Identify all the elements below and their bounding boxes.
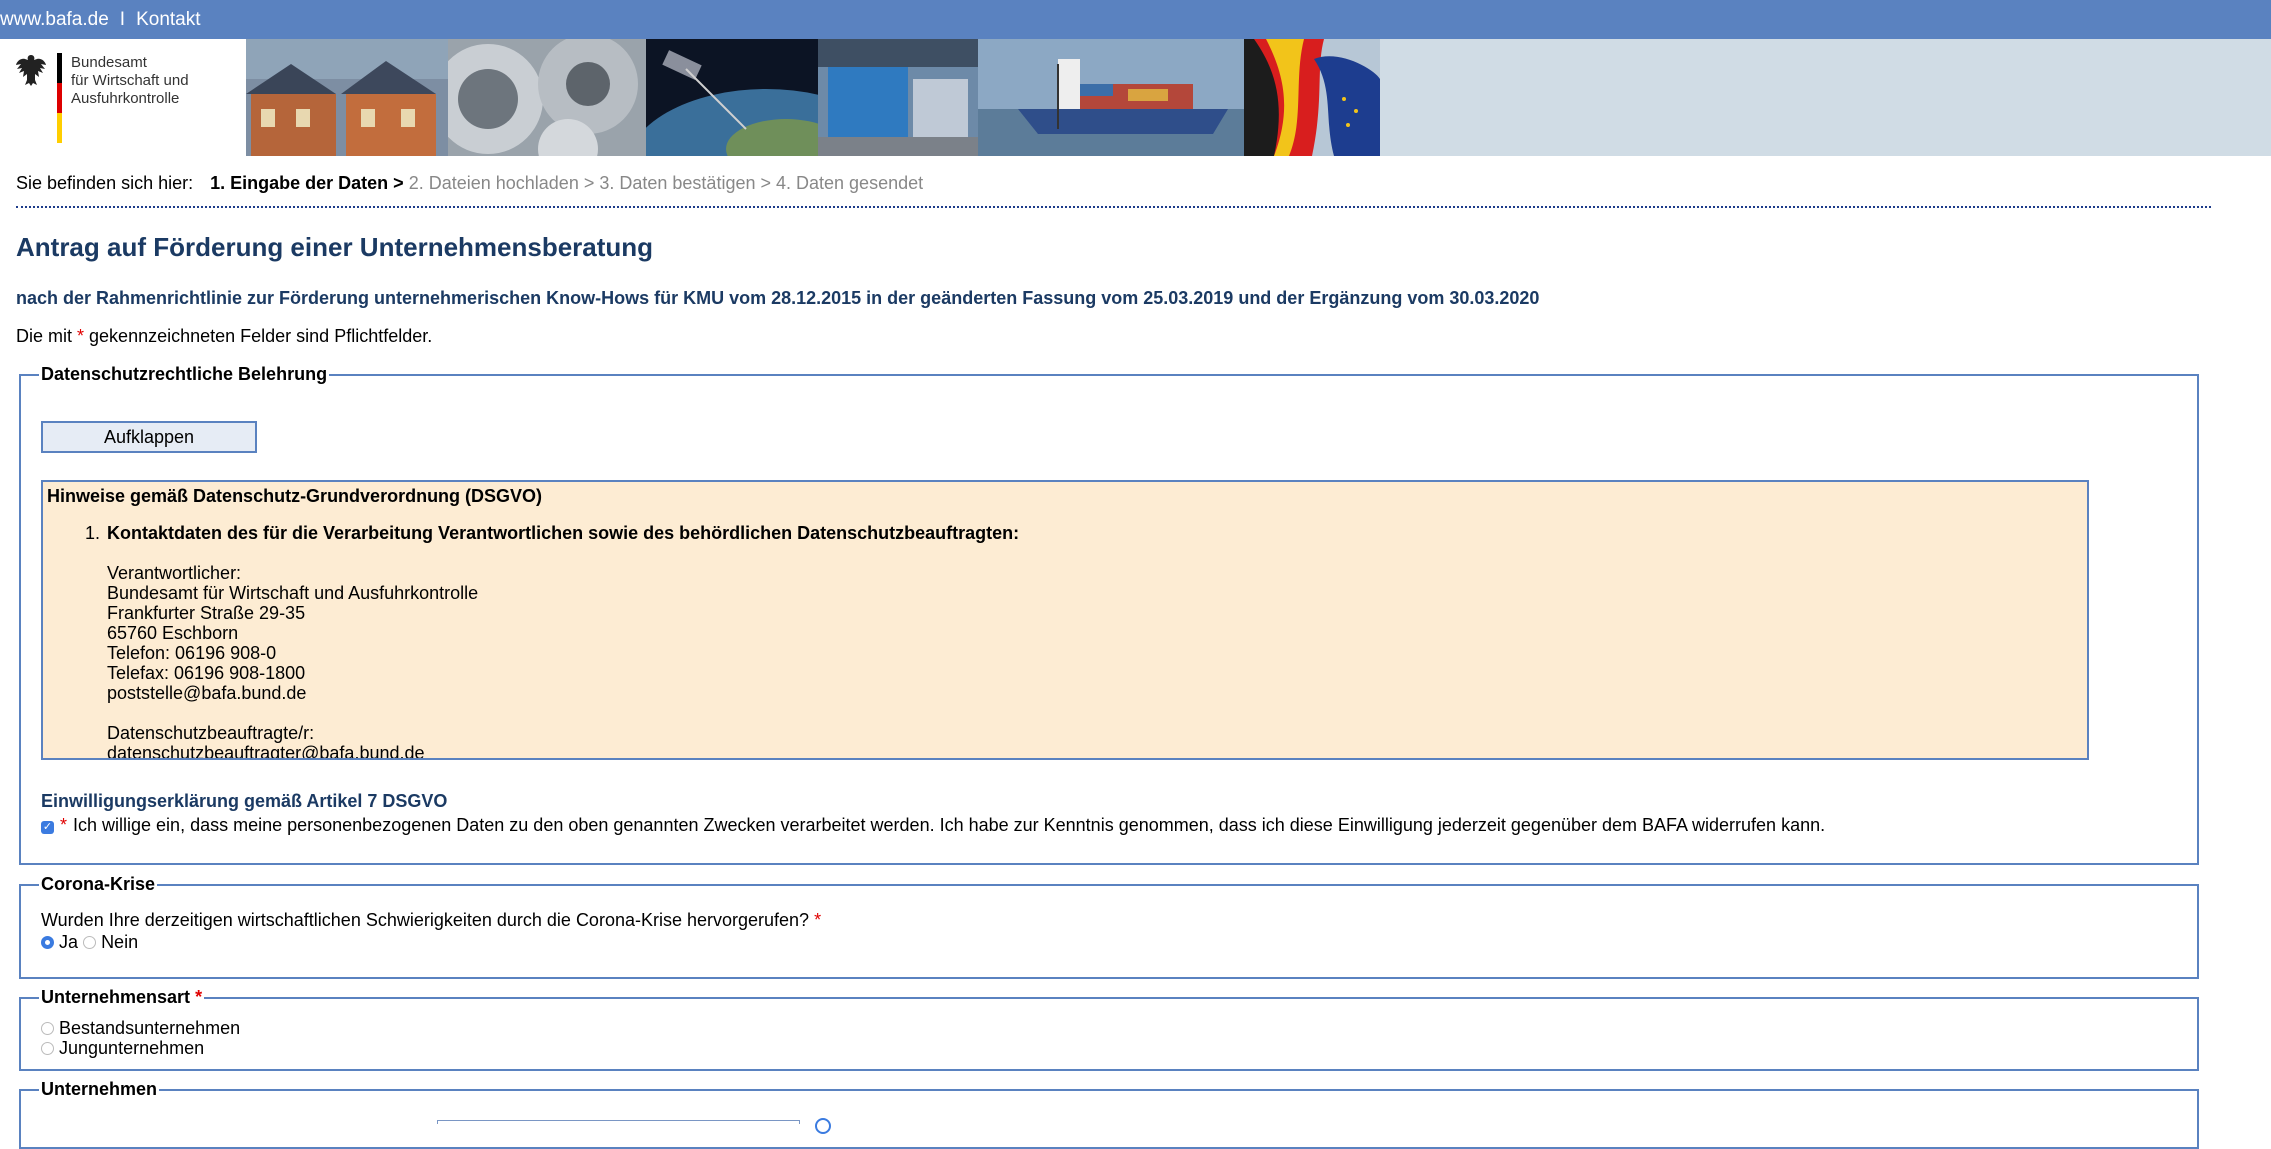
address-line: 65760 Eschborn bbox=[107, 623, 239, 643]
address-line: datenschutzbeauftragter@bafa.bund.de bbox=[107, 743, 425, 760]
option-bestandsunternehmen[interactable]: Bestandsunternehmen bbox=[41, 1018, 240, 1039]
unternehmen-fieldset: Unternehmen bbox=[19, 1078, 2199, 1149]
page-title: Antrag auf Förderung einer Unternehmensb… bbox=[16, 232, 654, 262]
federal-eagle-icon bbox=[16, 55, 46, 86]
radio-bestandsunternehmen[interactable] bbox=[41, 1021, 54, 1035]
contact-address: Verantwortlicher: Bundesamt für Wirtscha… bbox=[107, 563, 479, 760]
breadcrumb-separator: > bbox=[578, 173, 600, 193]
container-ship-photo bbox=[978, 39, 1244, 156]
logo-line: für Wirtschaft und bbox=[71, 72, 189, 89]
dsgvo-notice-title: Hinweise gemäß Datenschutz-Grundverordnu… bbox=[47, 486, 543, 506]
houses-solar-photo bbox=[246, 39, 448, 156]
breadcrumb-step-sent: 4. Daten gesendet bbox=[776, 173, 924, 193]
radio-nein-label[interactable]: Nein bbox=[101, 932, 138, 952]
corona-question: Wurden Ihre derzeitigen wirtschaftlichen… bbox=[41, 910, 821, 931]
consent-row: ✓ * Ich willige ein, dass meine personen… bbox=[41, 815, 1825, 836]
corona-options: Ja Nein bbox=[41, 932, 138, 953]
address-line: Verantwortlicher: bbox=[107, 563, 242, 583]
expand-button[interactable]: Aufklappen bbox=[41, 421, 257, 453]
required-note-text: Die mit bbox=[16, 326, 78, 346]
unternehmensart-legend-text: Unternehmensart bbox=[41, 987, 191, 1007]
unternehmensart-fieldset: Unternehmensart * Bestandsunternehmen Ju… bbox=[19, 986, 2199, 1071]
logo-line: Ausfuhrkontrolle bbox=[71, 90, 180, 107]
address-line: Telefax: 06196 908-1800 bbox=[107, 663, 306, 683]
header-banner: Bundesamt für Wirtschaft und Ausfuhrkont… bbox=[0, 39, 2271, 156]
breadcrumb-step-confirm: 3. Daten bestätigen bbox=[599, 173, 756, 193]
page-subtitle: nach der Rahmenrichtlinie zur Förderung … bbox=[16, 288, 1540, 308]
corona-question-text: Wurden Ihre derzeitigen wirtschaftlichen… bbox=[41, 910, 810, 930]
dsgvo-notice-box[interactable]: Hinweise gemäß Datenschutz-Grundverordnu… bbox=[41, 480, 2089, 760]
corona-fieldset: Corona-Krise Wurden Ihre derzeitigen wir… bbox=[19, 873, 2199, 979]
required-marker: * bbox=[814, 910, 822, 930]
steel-coils-photo bbox=[448, 39, 646, 156]
radio-nein[interactable] bbox=[83, 935, 97, 949]
datenschutz-legend: Datenschutzrechtliche Belehrung bbox=[39, 363, 330, 385]
breadcrumb-separator: > bbox=[755, 173, 776, 193]
breadcrumb-current-step: 1. Eingabe der Daten > bbox=[210, 173, 404, 193]
unternehmensart-legend: Unternehmensart * bbox=[39, 986, 205, 1008]
list-item-number: 1. bbox=[85, 523, 101, 543]
breadcrumb-prefix: Sie befinden sich hier: bbox=[16, 173, 194, 193]
radio-ja-label[interactable]: Ja bbox=[59, 932, 78, 952]
address-line: poststelle@bafa.bund.de bbox=[107, 683, 307, 703]
bafa-website-link[interactable]: www.bafa.de bbox=[0, 9, 109, 31]
bestandsunternehmen-label[interactable]: Bestandsunternehmen bbox=[59, 1018, 240, 1038]
corona-legend: Corona-Krise bbox=[39, 873, 158, 895]
top-navigation-bar: www.bafa.de I Kontakt bbox=[0, 0, 2271, 39]
unternehmen-legend: Unternehmen bbox=[39, 1078, 160, 1100]
logo-line: Bundesamt bbox=[71, 54, 147, 71]
german-flag-stripe bbox=[57, 53, 62, 143]
required-note-text: gekennzeichneten Felder sind Pflichtfeld… bbox=[84, 326, 433, 346]
consent-title: Einwilligungserklärung gemäß Artikel 7 D… bbox=[41, 791, 448, 811]
satellite-earth-photo bbox=[646, 39, 818, 156]
jungunternehmen-label[interactable]: Jungunternehmen bbox=[59, 1038, 204, 1058]
breadcrumb: Sie befinden sich hier: 1. Eingabe der D… bbox=[16, 173, 923, 194]
address-line bbox=[107, 703, 478, 723]
radio-ja[interactable] bbox=[41, 935, 54, 949]
bafa-logo[interactable]: Bundesamt für Wirtschaft und Ausfuhrkont… bbox=[0, 39, 246, 156]
datenschutz-fieldset: Datenschutzrechtliche Belehrung Aufklapp… bbox=[19, 363, 2199, 865]
option-jungunternehmen[interactable]: Jungunternehmen bbox=[41, 1038, 204, 1059]
contact-data-heading: Kontaktdaten des für die Verarbeitung Ve… bbox=[107, 523, 1020, 543]
address-line: Bundesamt für Wirtschaft und Ausfuhrkont… bbox=[107, 583, 479, 603]
trade-fair-photo bbox=[818, 39, 978, 156]
required-fields-note: Die mit * gekennzeichneten Felder sind P… bbox=[16, 326, 432, 347]
logo-text: Bundesamt für Wirtschaft und Ausfuhrkont… bbox=[71, 54, 189, 108]
required-marker: * bbox=[195, 987, 203, 1007]
info-icon[interactable] bbox=[815, 1118, 831, 1134]
company-name-input[interactable] bbox=[437, 1120, 800, 1124]
radio-jungunternehmen[interactable] bbox=[41, 1041, 54, 1055]
consent-text: Ich willige ein, dass meine personenbezo… bbox=[73, 815, 1826, 835]
required-marker: * bbox=[60, 815, 68, 835]
address-line: Datenschutzbeauftragte/r: bbox=[107, 723, 315, 743]
contact-link[interactable]: Kontakt bbox=[136, 9, 200, 31]
required-marker: * bbox=[77, 326, 85, 346]
address-line: Telefon: 06196 908-0 bbox=[107, 643, 277, 663]
address-line: Frankfurter Straße 29-35 bbox=[107, 603, 306, 623]
consent-checkbox[interactable]: ✓ bbox=[41, 820, 54, 834]
breadcrumb-step-upload: 2. Dateien hochladen bbox=[408, 173, 579, 193]
breadcrumb-divider bbox=[16, 206, 2211, 208]
topbar-separator: I bbox=[119, 8, 126, 30]
german-eu-flag-photo bbox=[1244, 39, 1380, 156]
